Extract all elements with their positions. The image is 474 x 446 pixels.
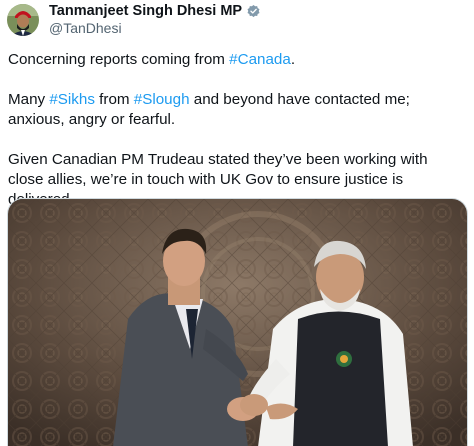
author-names: Tanmanjeet Singh Dhesi MP @TanDhesi	[49, 3, 261, 37]
display-name[interactable]: Tanmanjeet Singh Dhesi MP	[49, 3, 242, 20]
text-segment: Many	[8, 91, 50, 108]
hashtag-link[interactable]: #Slough	[134, 91, 190, 108]
tweet-card: Tanmanjeet Singh Dhesi MP @TanDhesi Conc…	[0, 0, 474, 446]
text-segment: from	[94, 91, 134, 108]
tweet-paragraph-2: Many #Sikhs from #Slough and beyond have…	[8, 90, 462, 130]
tweet-paragraph-1: Concerning reports coming from #Canada.	[8, 50, 462, 70]
hashtag-link[interactable]: #Canada	[229, 51, 291, 68]
author-avatar[interactable]	[7, 4, 39, 36]
hashtag-link[interactable]: #Sikhs	[49, 91, 95, 108]
text-segment: Concerning reports coming from	[8, 51, 230, 68]
photo-illustration	[8, 199, 467, 446]
display-name-row: Tanmanjeet Singh Dhesi MP	[49, 3, 261, 20]
verified-badge-icon[interactable]	[246, 4, 261, 19]
text-segment: .	[290, 51, 296, 68]
tweet-photo[interactable]	[7, 198, 468, 446]
author-handle[interactable]: @TanDhesi	[49, 20, 261, 37]
tweet-header: Tanmanjeet Singh Dhesi MP @TanDhesi	[7, 3, 261, 37]
